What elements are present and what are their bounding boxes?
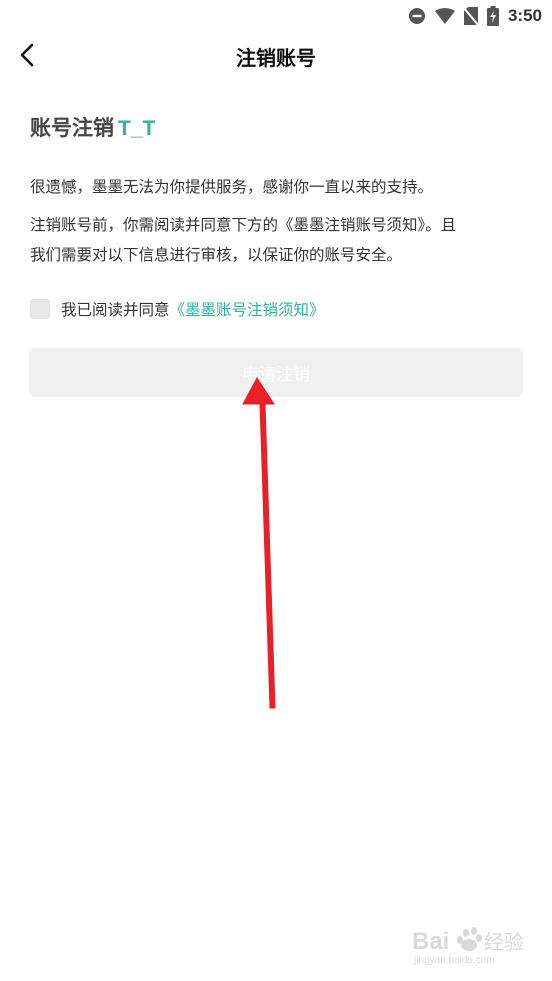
agree-checkbox[interactable] — [30, 299, 50, 319]
status-icons: 3:50 — [408, 5, 542, 27]
watermark: Bai 经验 jingyan.baidu.com — [412, 919, 540, 967]
status-time: 3:50 — [507, 6, 542, 25]
regret-paragraph: 很遗憾，墨墨无法为你提供服务，感谢你一直以来的支持。 — [30, 178, 434, 196]
svg-text:经验: 经验 — [484, 930, 524, 954]
wifi-icon — [434, 8, 455, 24]
do-not-disturb-icon — [408, 7, 426, 25]
watermark-brand: Bai — [412, 928, 449, 955]
heading-text: 账号注销 — [30, 116, 114, 140]
heading-emoticon: T_T — [118, 117, 156, 140]
terms-link[interactable]: 《墨墨账号注销须知》 — [170, 298, 325, 320]
agree-label[interactable]: 我已阅读并同意 — [61, 298, 170, 320]
notice-line-1: 注销账号前，你需阅读并同意下方的《墨墨注销账号须知》。且 — [30, 216, 457, 234]
apply-cancellation-button[interactable]: 申请注销 — [29, 348, 523, 397]
nav-bar: 注销账号 — [0, 32, 552, 82]
notice-paragraph: 注销账号前，你需阅读并同意下方的《墨墨注销账号须知》。且 我们需要对以下信息进行… — [30, 210, 522, 270]
notice-line-2: 我们需要对以下信息进行审核，以保证你的账号安全。 — [30, 246, 403, 264]
baidu-paw-logo: Bai 经验 jingyan.baidu.com — [412, 927, 524, 966]
status-bar: 3:50 — [0, 0, 552, 32]
battery-icon — [486, 6, 499, 26]
screen: 3:50 注销账号 账号注销 T_T 很遗憾，墨墨无法为你提供服务，感谢你一直以来… — [0, 0, 552, 981]
section-heading: 账号注销 T_T — [30, 108, 522, 148]
agreement-row: 我已阅读并同意 《墨墨账号注销须知》 — [30, 294, 522, 324]
main-content: 账号注销 T_T 很遗憾，墨墨无法为你提供服务，感谢你一直以来的支持。 注销账号前… — [30, 108, 522, 324]
no-sim-icon — [463, 7, 478, 25]
watermark-url: jingyan.baidu.com — [413, 955, 495, 966]
page-title: 注销账号 — [236, 46, 316, 70]
